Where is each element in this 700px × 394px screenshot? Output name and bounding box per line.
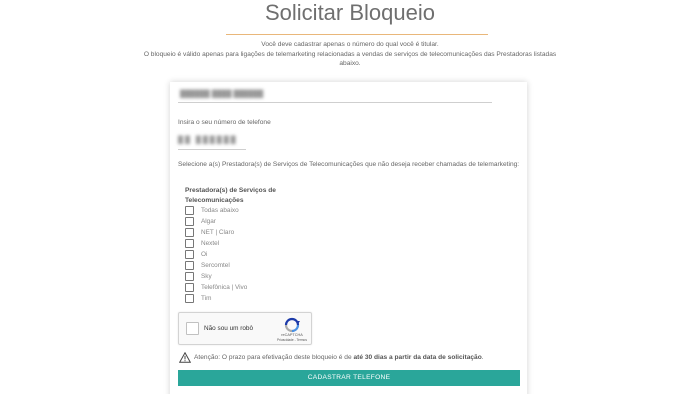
recaptcha-widget: Não sou um robô reCAPTCHA Privacidade - … bbox=[178, 312, 312, 345]
name-field[interactable]: ██████ ████ ██████ bbox=[180, 91, 263, 98]
block-request-form: ██████ ████ ██████ Insira o seu número d… bbox=[170, 82, 527, 394]
provider-option-label: Todas abaixo bbox=[201, 206, 239, 214]
warning-icon bbox=[179, 352, 191, 363]
provider-select-label: Selecione a(s) Prestadora(s) de Serviços… bbox=[178, 161, 520, 168]
provider-option-net-claro[interactable]: NET | Claro bbox=[185, 227, 234, 237]
provider-option-label: NET | Claro bbox=[201, 228, 235, 236]
provider-option-oi[interactable]: Oi bbox=[185, 249, 207, 259]
provider-option-telefonica-vivo[interactable]: Telefônica | Vivo bbox=[185, 282, 247, 292]
checkbox[interactable] bbox=[185, 238, 194, 248]
checkbox[interactable] bbox=[185, 205, 194, 215]
provider-option-label: Algar bbox=[201, 217, 216, 225]
warning-deadline: até 30 dias a partir da data de solicita… bbox=[353, 354, 482, 361]
recaptcha-brand: reCAPTCHA bbox=[281, 333, 303, 337]
recaptcha-links[interactable]: Privacidade - Termos bbox=[273, 338, 311, 342]
provider-option-label: Sky bbox=[201, 272, 212, 280]
checkbox[interactable] bbox=[185, 227, 194, 237]
provider-list-header: Prestadora(s) de Serviços de Telecomunic… bbox=[185, 187, 276, 204]
provider-option-sercomtel[interactable]: Sercomtel bbox=[185, 260, 230, 270]
provider-option-todas[interactable]: Todas abaixo bbox=[185, 205, 239, 215]
provider-option-label: Nextel bbox=[201, 239, 220, 247]
provider-option-sky[interactable]: Sky bbox=[185, 271, 212, 281]
phone-field-underline bbox=[178, 149, 246, 150]
provider-option-label: Sercomtel bbox=[201, 261, 230, 269]
checkbox[interactable] bbox=[185, 293, 194, 303]
title-divider bbox=[226, 34, 488, 35]
recaptcha-checkbox[interactable] bbox=[186, 322, 199, 335]
phone-label: Insira o seu número de telefone bbox=[178, 119, 271, 126]
checkbox[interactable] bbox=[185, 249, 194, 259]
register-phone-button[interactable]: CADASTRAR TELEFONE bbox=[178, 370, 520, 386]
provider-option-label: Telefônica | Vivo bbox=[201, 283, 248, 291]
warning-text: Atenção: O prazo para efetivação deste b… bbox=[194, 354, 484, 361]
checkbox[interactable] bbox=[185, 260, 194, 270]
provider-option-nextel[interactable]: Nextel bbox=[185, 238, 219, 248]
checkbox[interactable] bbox=[185, 282, 194, 292]
intro-text: Você deve cadastrar apenas o número do q… bbox=[140, 40, 560, 69]
checkbox[interactable] bbox=[185, 216, 194, 226]
recaptcha-label: Não sou um robô bbox=[204, 325, 254, 332]
phone-field[interactable]: ██ ██████ bbox=[178, 137, 238, 144]
provider-option-label: Tim bbox=[201, 294, 212, 302]
page-title: Solicitar Bloqueio bbox=[265, 0, 435, 25]
intro-line-2: O bloqueio é válido apenas para ligações… bbox=[143, 50, 557, 68]
provider-option-label: Oi bbox=[201, 250, 208, 258]
recaptcha-logo-icon bbox=[284, 317, 300, 333]
name-field-underline bbox=[178, 102, 492, 103]
checkbox[interactable] bbox=[185, 271, 194, 281]
warning-suffix: . bbox=[481, 354, 484, 361]
warning-prefix: Atenção: O prazo para efetivação deste b… bbox=[194, 354, 354, 361]
provider-option-tim[interactable]: Tim bbox=[185, 293, 211, 303]
provider-option-algar[interactable]: Algar bbox=[185, 216, 216, 226]
intro-line-1: Você deve cadastrar apenas o número do q… bbox=[261, 41, 439, 48]
